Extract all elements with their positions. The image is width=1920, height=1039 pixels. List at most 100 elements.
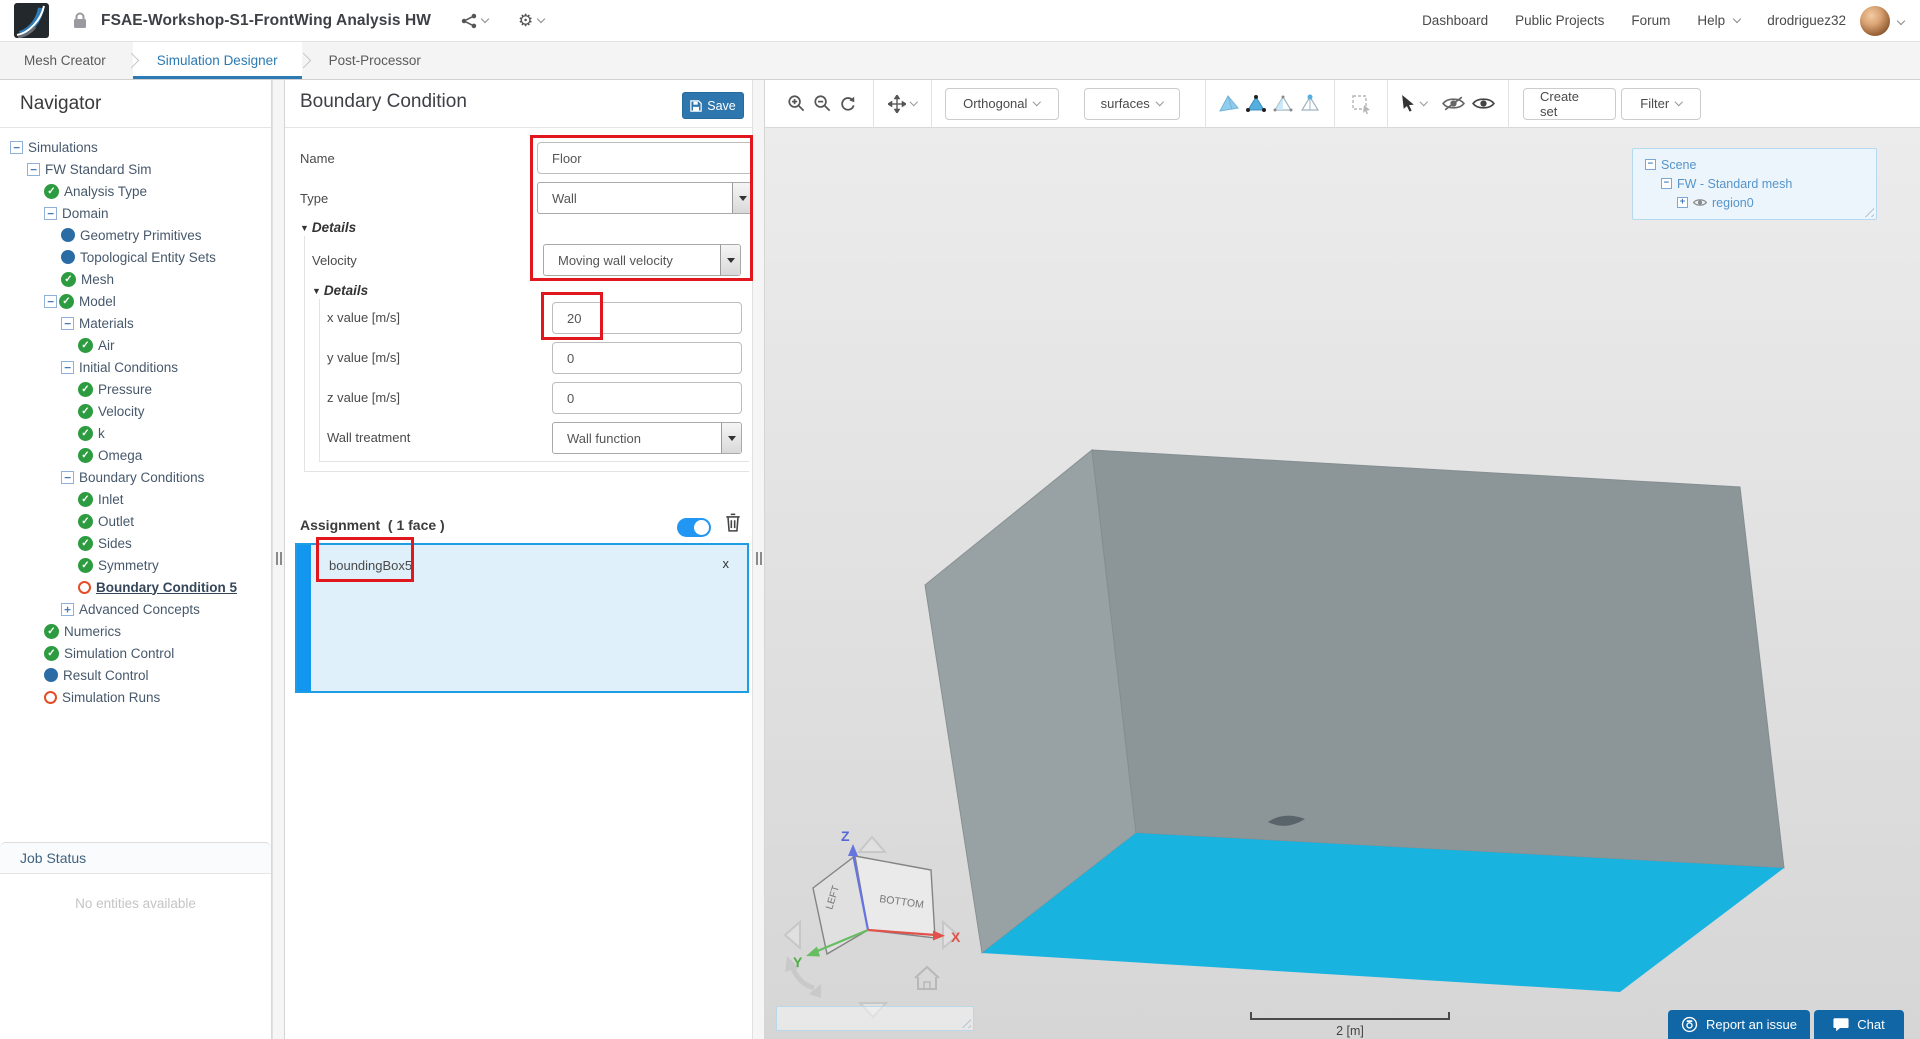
tree-item-analysis-type[interactable]: ✓ Analysis Type bbox=[0, 180, 271, 202]
tree-item-materials[interactable]: − Materials bbox=[0, 312, 271, 334]
scene-tree-root[interactable]: − Scene bbox=[1633, 155, 1876, 174]
tree-item-fw-standard-sim[interactable]: − FW Standard Sim bbox=[0, 158, 271, 180]
avatar[interactable] bbox=[1860, 5, 1890, 36]
zoom-in-button[interactable] bbox=[783, 94, 809, 113]
collapse-icon[interactable]: − bbox=[1645, 159, 1656, 170]
tree-item-k[interactable]: ✓ k bbox=[0, 422, 271, 444]
details-section-header[interactable]: ▼ Details bbox=[300, 220, 356, 235]
rotate-left-arrow[interactable] bbox=[783, 919, 801, 951]
scene-tree-region[interactable]: + region0 bbox=[1633, 193, 1876, 212]
topnav-drodriguez32[interactable]: drodriguez32 bbox=[1767, 13, 1846, 28]
box-select-button[interactable] bbox=[1347, 94, 1375, 114]
home-view-button[interactable] bbox=[914, 965, 940, 990]
collapse-icon[interactable]: − bbox=[61, 316, 74, 330]
settings-button[interactable]: ⚙ bbox=[518, 12, 546, 29]
select-volume-button[interactable] bbox=[1216, 94, 1243, 114]
panel-resize-handle[interactable] bbox=[958, 1015, 971, 1028]
render-mode-select[interactable]: surfaces bbox=[1083, 87, 1180, 120]
user-menu-chevron-icon[interactable] bbox=[1896, 16, 1906, 25]
tab-mesh-creator[interactable]: Mesh Creator bbox=[0, 42, 130, 79]
show-entity-button[interactable] bbox=[1468, 96, 1498, 111]
tree-item-outlet[interactable]: ✓ Outlet bbox=[0, 510, 271, 532]
tree-item-inlet[interactable]: ✓ Inlet bbox=[0, 488, 271, 510]
topnav-help[interactable]: Help bbox=[1697, 13, 1725, 28]
z-value-input[interactable]: 0 bbox=[552, 382, 742, 414]
tree-item-boundary-conditions[interactable]: − Boundary Conditions bbox=[0, 466, 271, 488]
collapse-icon[interactable]: − bbox=[44, 206, 57, 220]
roll-arrow[interactable] bbox=[785, 956, 821, 998]
rotate-up-arrow[interactable] bbox=[856, 835, 888, 853]
zoom-out-button[interactable] bbox=[809, 94, 835, 113]
status-incomplete-icon bbox=[44, 690, 57, 704]
tree-item-initial-conditions[interactable]: − Initial Conditions bbox=[0, 356, 271, 378]
tree-item-symmetry[interactable]: ✓ Symmetry bbox=[0, 554, 271, 576]
viewport-3d[interactable]: Orthogonal surfaces Create set Filter − … bbox=[765, 79, 1920, 1039]
topnav-forum[interactable]: Forum bbox=[1631, 13, 1670, 28]
tree-item-label: Inlet bbox=[98, 491, 124, 507]
collapse-icon[interactable]: − bbox=[10, 140, 23, 154]
topnav-dashboard[interactable]: Dashboard bbox=[1422, 13, 1488, 28]
refresh-view-button[interactable] bbox=[835, 95, 861, 113]
collapse-icon[interactable]: − bbox=[1661, 178, 1672, 189]
tree-item-omega[interactable]: ✓ Omega bbox=[0, 444, 271, 466]
resize-grip[interactable] bbox=[756, 552, 762, 565]
tree-item-geometry-primitives[interactable]: Geometry Primitives bbox=[0, 224, 271, 246]
delete-assignment-button[interactable] bbox=[725, 513, 741, 537]
resize-grip[interactable] bbox=[276, 552, 282, 565]
minimized-panel[interactable] bbox=[776, 1006, 974, 1031]
topnav-public-projects[interactable]: Public Projects bbox=[1515, 13, 1604, 28]
expand-icon[interactable]: + bbox=[61, 602, 74, 616]
tree-item-sides[interactable]: ✓ Sides bbox=[0, 532, 271, 554]
tree-item-advanced-concepts[interactable]: + Advanced Concepts bbox=[0, 598, 271, 620]
status-complete-icon: ✓ bbox=[78, 337, 93, 353]
report-issue-button[interactable]: Report an issue bbox=[1668, 1010, 1810, 1039]
tree-item-topological-entity-sets[interactable]: Topological Entity Sets bbox=[0, 246, 271, 268]
tree-item-result-control[interactable]: Result Control bbox=[0, 664, 271, 686]
orientation-cube-widget[interactable]: LEFT BOTTOM Z X Y bbox=[775, 826, 970, 1021]
tree-item-simulation-control[interactable]: ✓ Simulation Control bbox=[0, 642, 271, 664]
projection-select[interactable]: Orthogonal bbox=[944, 87, 1059, 120]
tree-item-velocity[interactable]: ✓ Velocity bbox=[0, 400, 271, 422]
create-set-button[interactable]: Create set bbox=[1523, 87, 1616, 120]
tab-post-processor[interactable]: Post-Processor bbox=[305, 42, 445, 79]
y-value-input[interactable]: 0 bbox=[552, 342, 742, 374]
toggle-knob bbox=[694, 520, 709, 535]
select-vertex-button[interactable] bbox=[1297, 94, 1324, 114]
box-front-face[interactable] bbox=[1091, 449, 1785, 869]
simscale-logo[interactable] bbox=[14, 3, 49, 38]
tree-item-air[interactable]: ✓ Air bbox=[0, 334, 271, 356]
tab-simulation-designer[interactable]: Simulation Designer bbox=[132, 42, 302, 79]
select-edge-button[interactable] bbox=[1270, 94, 1297, 114]
tree-item-boundary-condition-5[interactable]: Boundary Condition 5 bbox=[0, 576, 271, 598]
chat-button[interactable]: Chat bbox=[1814, 1010, 1904, 1039]
navigator-resize-gutter[interactable] bbox=[272, 80, 285, 1039]
assignment-toggle[interactable] bbox=[677, 518, 711, 537]
collapse-icon[interactable]: − bbox=[27, 162, 40, 176]
tree-item-pressure[interactable]: ✓ Pressure bbox=[0, 378, 271, 400]
collapse-icon[interactable]: − bbox=[61, 360, 74, 374]
filter-select[interactable]: Filter bbox=[1621, 87, 1701, 120]
tree-item-numerics[interactable]: ✓ Numerics bbox=[0, 620, 271, 642]
select-face-button[interactable] bbox=[1243, 94, 1270, 114]
inner-details-section-header[interactable]: ▼ Details bbox=[312, 283, 368, 298]
expand-icon[interactable]: + bbox=[1677, 197, 1688, 208]
scene-tree-mesh[interactable]: − FW - Standard mesh bbox=[1633, 174, 1876, 193]
tree-item-simulation-runs[interactable]: Simulation Runs bbox=[0, 686, 271, 708]
chevron-down-icon bbox=[1033, 98, 1042, 106]
tree-item-simulations[interactable]: − Simulations bbox=[0, 136, 271, 158]
job-status-title[interactable]: Job Status bbox=[0, 842, 271, 874]
pointer-tool-button[interactable] bbox=[1401, 95, 1428, 112]
save-button[interactable]: Save bbox=[682, 92, 744, 119]
tree-item-domain[interactable]: − Domain bbox=[0, 202, 271, 224]
panel-resize-gutter[interactable] bbox=[752, 80, 765, 1039]
share-button[interactable] bbox=[461, 13, 490, 29]
wall-treatment-select[interactable]: Wall function bbox=[552, 422, 742, 454]
hide-entity-button[interactable] bbox=[1438, 96, 1468, 111]
pan-tool-button[interactable] bbox=[888, 94, 918, 113]
tree-item-model[interactable]: − ✓ Model bbox=[0, 290, 271, 312]
tree-item-mesh[interactable]: ✓ Mesh bbox=[0, 268, 271, 290]
collapse-icon[interactable]: − bbox=[44, 294, 57, 308]
remove-assignment-button[interactable]: x bbox=[723, 556, 730, 571]
collapse-icon[interactable]: − bbox=[61, 470, 74, 484]
visibility-eye-icon[interactable] bbox=[1693, 198, 1707, 207]
